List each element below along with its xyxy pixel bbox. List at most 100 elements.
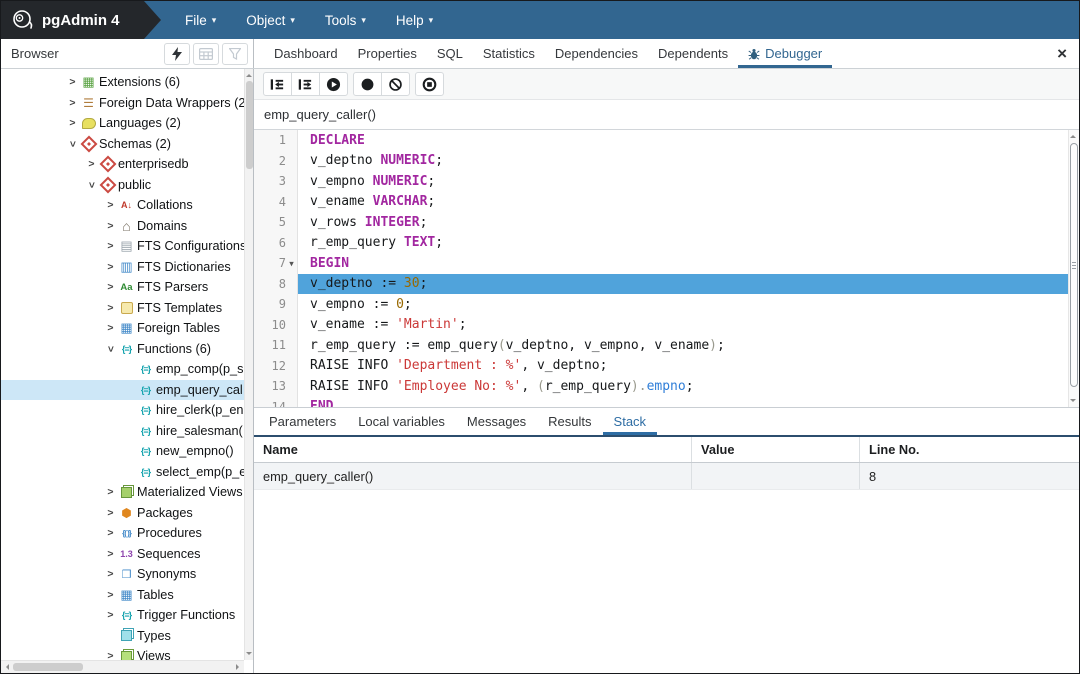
code-line[interactable]: 2v_deptno NUMERIC; <box>254 151 1068 172</box>
tree-item-collations[interactable]: >Collations <box>1 195 244 216</box>
chevron-collapsed-icon[interactable]: > <box>103 322 118 334</box>
tree-item-materialized-views[interactable]: >Materialized Views <box>1 482 244 503</box>
code-line[interactable]: 11r_emp_query := emp_query(v_deptno, v_e… <box>254 335 1068 356</box>
scrollbar-thumb[interactable] <box>13 663 83 671</box>
menu-help[interactable]: Help▾ <box>396 13 433 28</box>
stop-button[interactable] <box>415 72 444 96</box>
toggle-breakpoint-button[interactable] <box>353 72 382 96</box>
scrollbar-thumb[interactable] <box>246 81 253 169</box>
scroll-left-icon[interactable] <box>3 664 9 670</box>
editor-vertical-scrollbar[interactable] <box>1068 130 1079 407</box>
menu-file[interactable]: File▾ <box>185 13 216 28</box>
tab-dependents[interactable]: Dependents <box>648 39 738 68</box>
query-tool-button[interactable] <box>164 43 190 65</box>
tab-dependencies[interactable]: Dependencies <box>545 39 648 68</box>
tree-item-select-emp-p-e[interactable]: select_emp(p_e <box>1 462 244 483</box>
chevron-expanded-icon[interactable]: > <box>105 341 117 356</box>
scroll-up-icon[interactable] <box>246 71 252 77</box>
tree-item-views[interactable]: >Views <box>1 646 244 660</box>
tree-item-emp-query-cal[interactable]: emp_query_cal <box>1 380 244 401</box>
tree-item-hire-salesman[interactable]: hire_salesman( <box>1 421 244 442</box>
tab-stack[interactable]: Stack <box>603 408 658 435</box>
close-icon[interactable]: × <box>1057 45 1067 62</box>
code-line[interactable]: 10v_ename := 'Martin'; <box>254 315 1068 336</box>
tree-item-extensions-6[interactable]: >Extensions (6) <box>1 72 244 93</box>
chevron-collapsed-icon[interactable]: > <box>103 240 118 252</box>
chevron-collapsed-icon[interactable]: > <box>103 261 118 273</box>
tab-statistics[interactable]: Statistics <box>473 39 545 68</box>
chevron-collapsed-icon[interactable]: > <box>103 486 118 498</box>
tree-item-schemas-2[interactable]: >Schemas (2) <box>1 134 244 155</box>
tree-item-domains[interactable]: >Domains <box>1 216 244 237</box>
menu-object[interactable]: Object▾ <box>246 13 295 28</box>
chevron-collapsed-icon[interactable]: > <box>103 220 118 232</box>
tree-vertical-scrollbar[interactable] <box>244 69 253 660</box>
code-line[interactable]: 7▼BEGIN <box>254 253 1068 274</box>
chevron-collapsed-icon[interactable]: > <box>103 548 118 560</box>
scroll-down-icon[interactable] <box>1070 399 1076 405</box>
chevron-collapsed-icon[interactable]: > <box>65 117 80 129</box>
tree-item-fts-configurations[interactable]: >FTS Configurations <box>1 236 244 257</box>
code-line[interactable]: 4v_ename VARCHAR; <box>254 192 1068 213</box>
chevron-collapsed-icon[interactable]: > <box>84 158 99 170</box>
tree-item-fts-dictionaries[interactable]: >FTS Dictionaries <box>1 257 244 278</box>
scroll-up-icon[interactable] <box>1070 132 1076 138</box>
tree-item-procedures[interactable]: >Procedures <box>1 523 244 544</box>
continue-button[interactable] <box>319 72 348 96</box>
tree-item-fts-parsers[interactable]: >FTS Parsers <box>1 277 244 298</box>
chevron-expanded-icon[interactable]: > <box>86 177 98 192</box>
scroll-down-icon[interactable] <box>246 652 252 658</box>
tree-item-functions-6[interactable]: >Functions (6) <box>1 339 244 360</box>
scrollbar-thumb[interactable] <box>1070 143 1078 387</box>
tree-item-sequences[interactable]: >Sequences <box>1 544 244 565</box>
chevron-collapsed-icon[interactable]: > <box>103 281 118 293</box>
tab-parameters[interactable]: Parameters <box>258 408 347 435</box>
tab-local-variables[interactable]: Local variables <box>347 408 456 435</box>
tree-item-foreign-tables[interactable]: >Foreign Tables <box>1 318 244 339</box>
code-line[interactable]: 1DECLARE <box>254 130 1068 151</box>
chevron-collapsed-icon[interactable]: > <box>103 609 118 621</box>
tree-item-enterprisedb[interactable]: >enterprisedb <box>1 154 244 175</box>
filter-button[interactable] <box>222 43 248 65</box>
chevron-collapsed-icon[interactable]: > <box>65 76 80 88</box>
code-editor[interactable]: 1DECLARE2v_deptno NUMERIC;3v_empno NUMER… <box>254 130 1079 408</box>
code-line[interactable]: 12RAISE INFO 'Department : %', v_deptno; <box>254 356 1068 377</box>
clear-breakpoints-button[interactable] <box>381 72 410 96</box>
chevron-collapsed-icon[interactable]: > <box>103 650 118 660</box>
tab-messages[interactable]: Messages <box>456 408 537 435</box>
step-over-button[interactable] <box>291 72 320 96</box>
menu-tools[interactable]: Tools▾ <box>325 13 366 28</box>
chevron-collapsed-icon[interactable]: > <box>103 589 118 601</box>
tree-item-packages[interactable]: >Packages <box>1 503 244 524</box>
tree-item-fts-templates[interactable]: >FTS Templates <box>1 298 244 319</box>
tree-item-emp-comp-p-s[interactable]: emp_comp(p_s <box>1 359 244 380</box>
tree-item-new-empno[interactable]: new_empno() <box>1 441 244 462</box>
tree-item-languages-2[interactable]: >Languages (2) <box>1 113 244 134</box>
tree-horizontal-scrollbar[interactable] <box>1 660 244 673</box>
tab-properties[interactable]: Properties <box>348 39 427 68</box>
view-data-button[interactable] <box>193 43 219 65</box>
tree-item-foreign-data-wrappers-2[interactable]: >Foreign Data Wrappers (2 <box>1 93 244 114</box>
code-line[interactable]: 9v_empno := 0; <box>254 294 1068 315</box>
code-line[interactable]: 5v_rows INTEGER; <box>254 212 1068 233</box>
tab-dashboard[interactable]: Dashboard <box>264 39 348 68</box>
tree-item-hire-clerk-p-en[interactable]: hire_clerk(p_en <box>1 400 244 421</box>
chevron-expanded-icon[interactable]: > <box>67 136 79 151</box>
table-row[interactable]: emp_query_caller()8 <box>254 463 1079 490</box>
tab-sql[interactable]: SQL <box>427 39 473 68</box>
code-line[interactable]: 13RAISE INFO 'Employee No: %', (r_emp_qu… <box>254 376 1068 397</box>
tab-results[interactable]: Results <box>537 408 602 435</box>
tree-item-trigger-functions[interactable]: >Trigger Functions <box>1 605 244 626</box>
tree-item-public[interactable]: >public <box>1 175 244 196</box>
tree-item-types[interactable]: Types <box>1 626 244 647</box>
chevron-collapsed-icon[interactable]: > <box>103 507 118 519</box>
chevron-collapsed-icon[interactable]: > <box>65 97 80 109</box>
scroll-right-icon[interactable] <box>236 664 242 670</box>
tree-item-tables[interactable]: >Tables <box>1 585 244 606</box>
chevron-collapsed-icon[interactable]: > <box>103 568 118 580</box>
step-into-button[interactable] <box>263 72 292 96</box>
code-line[interactable]: 3v_empno NUMERIC; <box>254 171 1068 192</box>
chevron-collapsed-icon[interactable]: > <box>103 527 118 539</box>
chevron-collapsed-icon[interactable]: > <box>103 302 118 314</box>
chevron-collapsed-icon[interactable]: > <box>103 199 118 211</box>
